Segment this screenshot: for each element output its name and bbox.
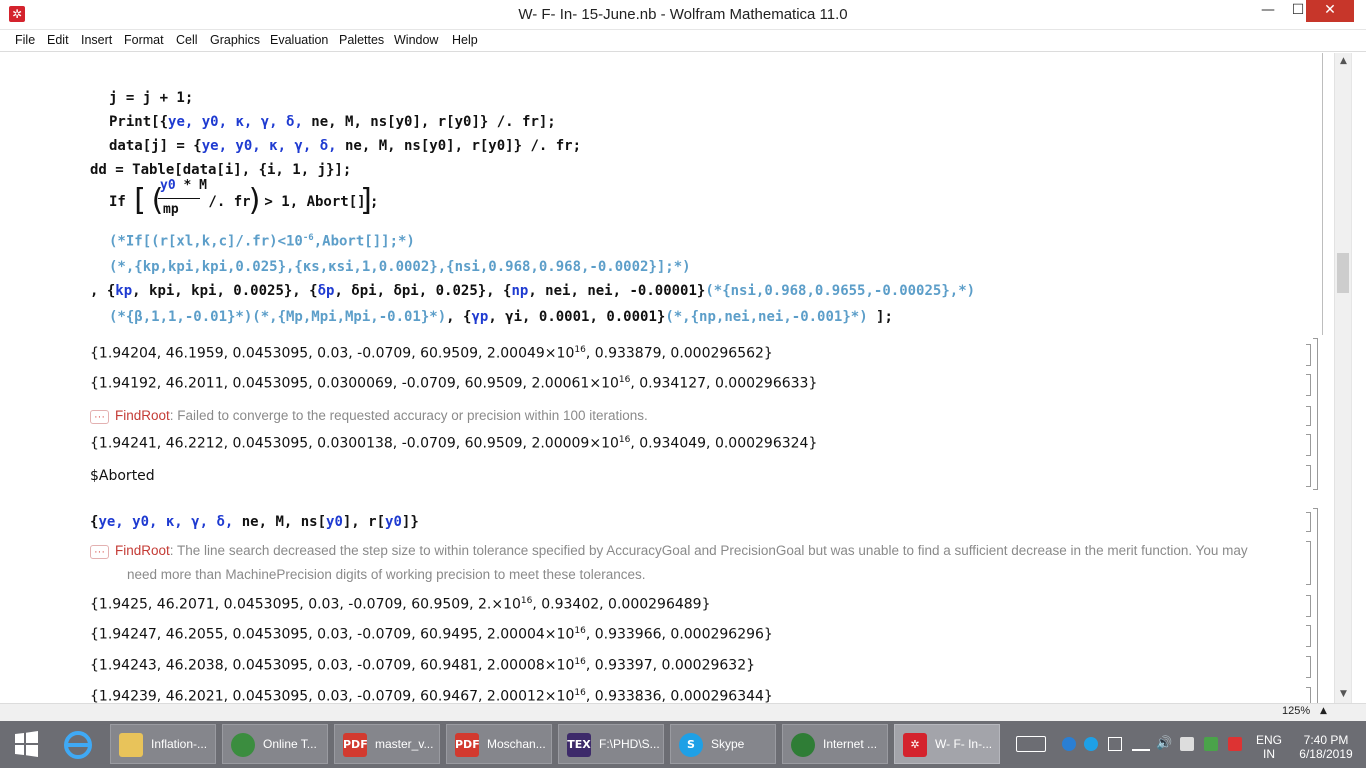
code-if-replace: /. fr: [200, 194, 251, 210]
cell-bracket-output-6[interactable]: [1306, 656, 1311, 678]
scroll-up-icon[interactable]: ▲: [1335, 53, 1352, 70]
taskbar-item-tex[interactable]: TEX F:\PHD\S...: [558, 724, 664, 764]
menu-help[interactable]: Help: [452, 33, 478, 47]
cell-bracket-input[interactable]: [1322, 53, 1323, 335]
cell-bracket-aborted[interactable]: [1306, 465, 1311, 487]
cell-bracket-output-4[interactable]: [1306, 595, 1311, 617]
code-if-tail: > 1, Abort[]: [256, 194, 366, 210]
print-output-7: {1.94239, 46.2021, 0.0453095, 0.03, -0.0…: [90, 688, 773, 703]
menu-format[interactable]: Format: [124, 33, 164, 47]
print-output-5: {1.94247, 46.2055, 0.0453095, 0.03, -0.0…: [90, 626, 773, 643]
taskbar-item-folder[interactable]: Inflation-...: [110, 724, 216, 764]
menu-bar: File Edit Insert Format Cell Graphics Ev…: [0, 30, 1366, 52]
comment-line-6: (*If[(r[xl,k,c]/.fr)<10-6,Abort[]];*): [109, 233, 415, 250]
fraction-numerator: y0 * M: [160, 178, 207, 193]
print-output-6: {1.94243, 46.2038, 0.0453095, 0.03, -0.0…: [90, 657, 756, 674]
status-bar: 125% ▲: [0, 703, 1366, 721]
code-line-2: Print[{ye, y0, κ, γ, δ, ne, M, ns[y0], r…: [109, 114, 556, 130]
cell-group-bracket-1[interactable]: [1313, 338, 1318, 490]
menu-evaluation[interactable]: Evaluation: [270, 33, 328, 47]
windows-start-icon[interactable]: [0, 721, 52, 768]
zoom-level[interactable]: 125%: [1282, 705, 1310, 717]
print-output-2: {1.94192, 46.2011, 0.0453095, 0.0300069,…: [90, 375, 818, 392]
menu-insert[interactable]: Insert: [81, 33, 112, 47]
chrome-icon: [231, 733, 255, 757]
menu-file[interactable]: File: [15, 33, 35, 47]
code-line-9: (*{β,1,1,-0.01}*)(*,{Mp,Mpi,Mpi,-0.01}*)…: [109, 309, 893, 325]
mathematica-icon: ✲: [903, 733, 927, 757]
cell-bracket-output-2[interactable]: [1306, 374, 1311, 396]
cell-bracket-output-3[interactable]: [1306, 434, 1311, 456]
cell-group-bracket-2[interactable]: [1313, 508, 1318, 703]
cell-bracket-output-7[interactable]: [1306, 687, 1311, 703]
skype-tray-icon[interactable]: [1084, 737, 1098, 751]
menu-edit[interactable]: Edit: [47, 33, 69, 47]
menu-graphics[interactable]: Graphics: [210, 33, 260, 47]
window-title: W- F- In- 15-June.nb - Wolfram Mathemati…: [518, 6, 848, 23]
cell-bracket-output-5[interactable]: [1306, 625, 1311, 647]
code-line-4: dd = Table[data[i], {i, 1, j}];: [90, 162, 352, 178]
network-icon[interactable]: [1132, 737, 1150, 751]
zoom-up-icon[interactable]: ▲: [1320, 706, 1327, 716]
menu-window[interactable]: Window: [394, 33, 438, 47]
findroot-message-1: ··· FindRoot: Failed to converge to the r…: [90, 408, 648, 424]
title-bar: ✲ W- F- In- 15-June.nb - Wolfram Mathema…: [0, 0, 1366, 30]
battery-icon[interactable]: [1108, 737, 1122, 751]
internet-explorer-icon[interactable]: [58, 727, 98, 763]
print-output-3: {1.94241, 46.2212, 0.0453095, 0.0300138,…: [90, 435, 818, 452]
pdf-icon: PDF: [455, 733, 480, 757]
comment-line-7: (*,{kp,kpi,kpi,0.025},{κs,κsi,1,0.0002},…: [109, 259, 691, 275]
taskbar-item-skype[interactable]: S Skype: [670, 724, 776, 764]
close-button[interactable]: ✕: [1306, 0, 1354, 22]
taskbar-item-chrome[interactable]: Online T...: [222, 724, 328, 764]
download-icon[interactable]: [1204, 737, 1218, 751]
skype-icon: S: [679, 733, 703, 757]
findroot-message-2: ··· FindRoot: The line search decreased t…: [90, 543, 1248, 559]
taskbar-item-pdf-1[interactable]: PDF master_v...: [334, 724, 440, 764]
tray-app-icon[interactable]: [1062, 737, 1076, 751]
print-output-4: {1.9425, 46.2071, 0.0453095, 0.03, -0.07…: [90, 596, 711, 613]
code-if-keyword: If: [109, 194, 126, 210]
cell-bracket-message-2[interactable]: [1306, 541, 1311, 585]
scrollbar-thumb[interactable]: [1337, 253, 1349, 293]
cell-bracket-input-2[interactable]: [1306, 512, 1311, 532]
code-line-3: data[j] = {ye, y0, κ, γ, δ, ne, M, ns[y0…: [109, 138, 582, 154]
tex-icon: TEX: [567, 733, 591, 757]
window-right-edge: [1351, 53, 1366, 703]
flag-icon[interactable]: [1228, 737, 1242, 751]
minimize-button[interactable]: —: [1252, 0, 1284, 22]
cell-bracket-output-1[interactable]: [1306, 344, 1311, 366]
tray-icon-misc[interactable]: [1180, 737, 1194, 751]
menu-cell[interactable]: Cell: [176, 33, 198, 47]
taskbar-item-internet[interactable]: Internet ...: [782, 724, 888, 764]
taskbar: Inflation-... Online T... PDF master_v..…: [0, 721, 1366, 768]
pdf-icon: PDF: [343, 733, 368, 757]
menu-palettes[interactable]: Palettes: [339, 33, 384, 47]
message-menu-icon-2[interactable]: ···: [90, 545, 109, 559]
language-indicator[interactable]: ENG IN: [1254, 733, 1284, 761]
scroll-down-icon[interactable]: ▼: [1335, 686, 1352, 703]
cell-bracket-message-1[interactable]: [1306, 406, 1311, 426]
vertical-scrollbar[interactable]: ▲ ▼: [1334, 53, 1351, 703]
taskbar-item-mathematica[interactable]: ✲ W- F- In-...: [894, 724, 1000, 764]
code-line-8: , {kp, kpi, kpi, 0.0025}, {δp, δpi, δpi,…: [90, 283, 976, 299]
fraction-denominator: mp: [163, 202, 179, 217]
volume-icon[interactable]: 🔊: [1156, 736, 1172, 751]
print-output-1: {1.94204, 46.1959, 0.0453095, 0.03, -0.0…: [90, 345, 773, 362]
fraction-line: [158, 198, 200, 199]
input-cell-2: {ye, y0, κ, γ, δ, ne, M, ns[y0], r[y0]}: [90, 514, 419, 530]
code-line-1: j = j + 1;: [109, 90, 194, 106]
globe-icon: [791, 733, 815, 757]
taskbar-item-pdf-2[interactable]: PDF Moschan...: [446, 724, 552, 764]
message-menu-icon[interactable]: ···: [90, 410, 109, 424]
keyboard-icon[interactable]: [1016, 736, 1046, 752]
folder-icon: [119, 733, 143, 757]
notebook-area[interactable]: j = j + 1; Print[{ye, y0, κ, γ, δ, ne, M…: [8, 53, 1334, 703]
code-if-semicolon: ;: [370, 194, 379, 210]
findroot-message-2-cont: need more than MachinePrecision digits o…: [127, 567, 646, 582]
clock[interactable]: 7:40 PM 6/18/2019: [1294, 733, 1358, 761]
aborted-output: $Aborted: [90, 468, 155, 484]
